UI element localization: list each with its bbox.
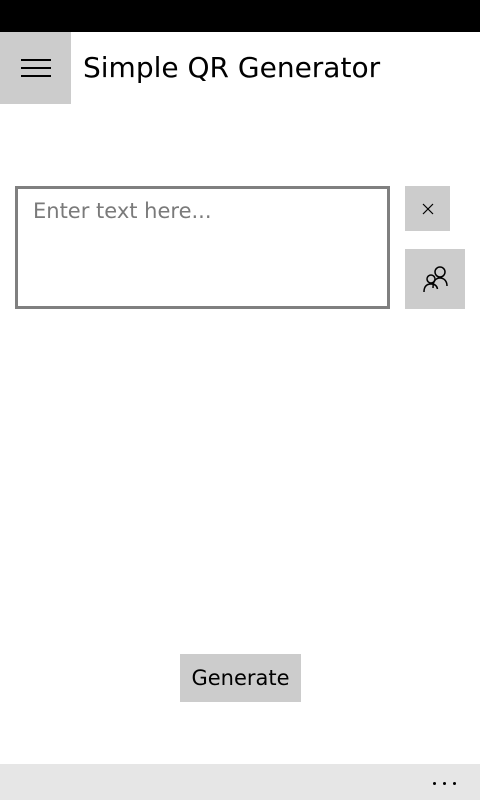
close-icon [422, 203, 433, 214]
contacts-button[interactable] [405, 249, 465, 309]
text-input[interactable] [15, 186, 390, 309]
clear-button[interactable] [405, 186, 450, 231]
contacts-icon [423, 266, 448, 293]
more-button[interactable] [408, 764, 480, 800]
status-bar [0, 0, 480, 32]
more-icon [432, 781, 456, 785]
generate-button[interactable]: Generate [180, 654, 301, 702]
hamburger-icon [20, 59, 51, 77]
hamburger-menu-button[interactable] [0, 32, 71, 104]
app-bar [0, 764, 480, 800]
page-title: Simple QR Generator [83, 51, 381, 84]
